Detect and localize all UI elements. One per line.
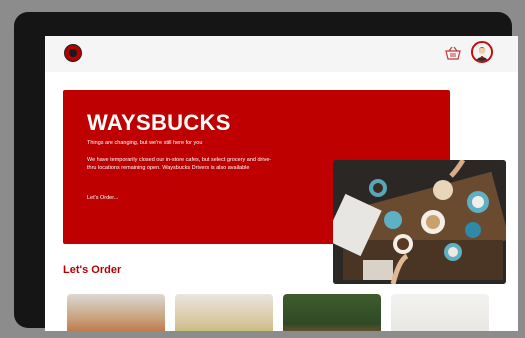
app-screen: WAYSBUCKS Things are changing, but we're…	[45, 36, 518, 331]
lets-order-link[interactable]: Let's Order...	[87, 195, 118, 201]
product-card[interactable]	[175, 294, 273, 331]
product-card[interactable]	[283, 294, 381, 331]
hero-banner: WAYSBUCKS Things are changing, but we're…	[63, 90, 506, 284]
hero-coffee-photo	[333, 160, 506, 284]
section-title: Let's Order	[63, 264, 122, 276]
product-card[interactable]	[391, 294, 489, 331]
hero-description: We have temporarily closed our in-store …	[87, 157, 272, 171]
waysbucks-logo-icon[interactable]	[64, 44, 82, 62]
user-avatar-icon[interactable]	[471, 41, 493, 63]
hero-subtitle: Things are changing, but we're still her…	[87, 140, 203, 146]
navbar	[45, 36, 518, 72]
device-frame: WAYSBUCKS Things are changing, but we're…	[14, 12, 518, 331]
basket-icon[interactable]	[445, 46, 461, 60]
hero-title: WAYSBUCKS	[87, 110, 231, 135]
product-card[interactable]	[67, 294, 165, 331]
